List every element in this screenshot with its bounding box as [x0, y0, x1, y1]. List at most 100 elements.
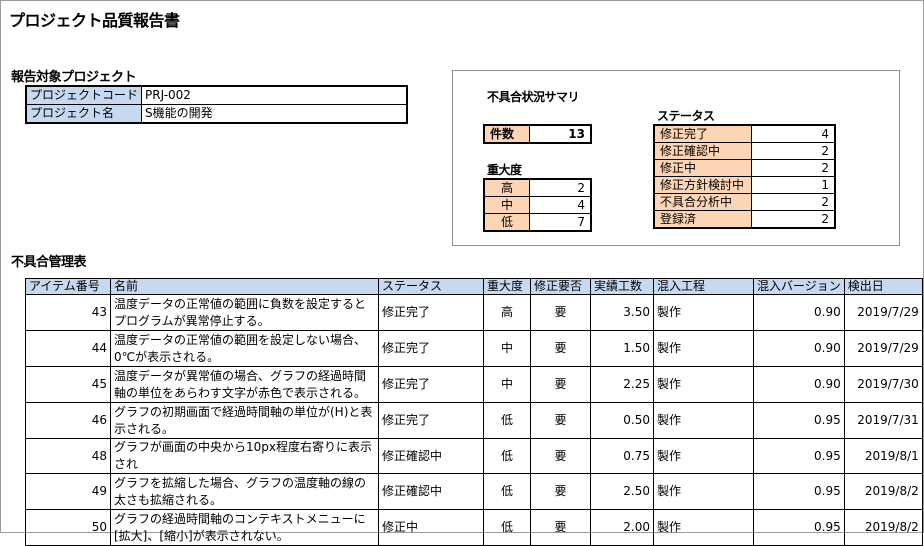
defect-table: アイテム番号 名前 ステータス 重大度 修正要否 実績工数 混入工程 混入バージ… — [25, 278, 923, 546]
cell-status[interactable]: 修正確認中 — [378, 438, 484, 474]
col-status[interactable]: ステータス — [378, 278, 484, 295]
cell-phase[interactable]: 製作 — [653, 294, 754, 331]
cell-version[interactable]: 0.95 — [753, 473, 845, 510]
col-name[interactable]: 名前 — [110, 278, 379, 295]
status-fixing-value[interactable]: 2 — [751, 159, 836, 177]
cell-required[interactable]: 要 — [530, 366, 591, 403]
cell-effort[interactable]: 2.25 — [590, 366, 654, 403]
cell-required[interactable]: 要 — [530, 402, 591, 439]
cell-phase[interactable]: 製作 — [653, 473, 754, 510]
project-name-value[interactable]: S機能の開発 — [141, 104, 408, 124]
cell-id[interactable]: 44 — [25, 330, 111, 367]
cell-date[interactable]: 2019/8/2 — [843, 473, 923, 510]
cell-date[interactable]: 2019/8/2 — [843, 509, 923, 546]
table-row: 44 温度データの正常値の範囲を設定しない場合、0℃が表示される。 修正完了 中… — [25, 330, 923, 367]
col-version[interactable]: 混入バージョン — [753, 278, 845, 295]
cell-effort[interactable]: 0.50 — [590, 402, 654, 439]
cell-required[interactable]: 要 — [530, 438, 591, 474]
col-severity[interactable]: 重大度 — [483, 278, 531, 295]
cell-severity[interactable]: 中 — [483, 330, 531, 367]
cell-effort[interactable]: 2.50 — [590, 473, 654, 510]
cell-id[interactable]: 49 — [25, 473, 111, 510]
cell-severity[interactable]: 中 — [483, 366, 531, 403]
cell-date[interactable]: 2019/7/29 — [843, 294, 923, 331]
cell-effort[interactable]: 3.50 — [590, 294, 654, 331]
cell-phase[interactable]: 製作 — [653, 330, 754, 367]
cell-name[interactable]: グラフを拡縮した場合、グラフの温度軸の線の太さも拡縮される。 — [110, 473, 379, 510]
status-done-label: 修正完了 — [653, 124, 752, 143]
table-row: 46 グラフの初期画面で経過時間軸の単位が(H)と表示される。 修正完了 低 要… — [25, 402, 923, 439]
cell-severity[interactable]: 低 — [483, 473, 531, 510]
col-fix-required[interactable]: 修正要否 — [530, 278, 591, 295]
cell-severity[interactable]: 低 — [483, 402, 531, 439]
cell-id[interactable]: 45 — [25, 366, 111, 403]
status-analyzing-label: 不具合分析中 — [653, 193, 752, 211]
cell-effort[interactable]: 1.50 — [590, 330, 654, 367]
cell-required[interactable]: 要 — [530, 473, 591, 510]
cell-date[interactable]: 2019/8/1 — [843, 438, 923, 474]
cell-id[interactable]: 48 — [25, 438, 111, 474]
severity-medium-label: 中 — [483, 196, 530, 214]
cell-date[interactable]: 2019/7/30 — [843, 366, 923, 403]
cell-status[interactable]: 修正完了 — [378, 330, 484, 367]
cell-date[interactable]: 2019/7/29 — [843, 330, 923, 367]
status-registered-label: 登録済 — [653, 210, 752, 229]
cell-effort[interactable]: 0.75 — [590, 438, 654, 474]
col-effort[interactable]: 実績工数 — [590, 278, 654, 295]
cell-name[interactable]: グラフの初期画面で経過時間軸の単位が(H)と表示される。 — [110, 402, 379, 439]
cell-required[interactable]: 要 — [530, 509, 591, 546]
cell-phase[interactable]: 製作 — [653, 402, 754, 439]
cell-status[interactable]: 修正中 — [378, 509, 484, 546]
cell-version[interactable]: 0.90 — [753, 366, 845, 403]
cell-status[interactable]: 修正完了 — [378, 294, 484, 331]
cell-id[interactable]: 50 — [25, 509, 111, 546]
count-value[interactable]: 13 — [529, 124, 592, 144]
cell-version[interactable]: 0.95 — [753, 509, 845, 546]
col-phase[interactable]: 混入工程 — [653, 278, 754, 295]
cell-status[interactable]: 修正完了 — [378, 402, 484, 439]
status-verifying-value[interactable]: 2 — [751, 142, 836, 160]
cell-phase[interactable]: 製作 — [653, 366, 754, 403]
severity-medium-value[interactable]: 4 — [529, 196, 592, 214]
severity-high-value[interactable]: 2 — [529, 178, 592, 197]
col-detected-date[interactable]: 検出日 — [843, 278, 923, 295]
status-registered-value[interactable]: 2 — [751, 210, 836, 229]
count-table: 件数 13 — [483, 124, 592, 144]
project-code-value[interactable]: PRJ-002 — [141, 85, 408, 105]
cell-name[interactable]: 温度データが異常値の場合、グラフの経過時間軸の単位をあらわす文字が赤色で表示され… — [110, 366, 379, 403]
table-row: 43 温度データの正常値の範囲に負数を設定するとプログラムが異常停止する。 修正… — [25, 294, 923, 331]
cell-name[interactable]: グラフの経過時間軸のコンテキストメニューに[拡大]、[縮小]が表示されない。 — [110, 509, 379, 546]
cell-required[interactable]: 要 — [530, 294, 591, 331]
project-section-label: 報告対象プロジェクト — [11, 70, 137, 85]
cell-severity[interactable]: 低 — [483, 509, 531, 546]
cell-version[interactable]: 0.90 — [753, 294, 845, 331]
table-row: 50 グラフの経過時間軸のコンテキストメニューに[拡大]、[縮小]が表示されない… — [25, 509, 923, 546]
cell-required[interactable]: 要 — [530, 330, 591, 367]
defect-table-label: 不具合管理表 — [11, 255, 87, 270]
cell-phase[interactable]: 製作 — [653, 509, 754, 546]
cell-name[interactable]: グラフが画面の中央から10px程度右寄りに表示され — [110, 438, 379, 474]
severity-low-label: 低 — [483, 213, 530, 232]
cell-id[interactable]: 43 — [25, 294, 111, 331]
cell-name[interactable]: 温度データの正常値の範囲を設定しない場合、0℃が表示される。 — [110, 330, 379, 367]
status-done-value[interactable]: 4 — [751, 124, 836, 143]
cell-severity[interactable]: 低 — [483, 438, 531, 474]
cell-severity[interactable]: 高 — [483, 294, 531, 331]
summary-title: 不具合状況サマリ — [487, 90, 580, 104]
status-planning-value[interactable]: 1 — [751, 176, 836, 194]
cell-phase[interactable]: 製作 — [653, 438, 754, 474]
status-analyzing-value[interactable]: 2 — [751, 193, 836, 211]
cell-status[interactable]: 修正確認中 — [378, 473, 484, 510]
cell-version[interactable]: 0.90 — [753, 330, 845, 367]
project-info-table: プロジェクトコード PRJ-002 プロジェクト名 S機能の開発 — [25, 85, 409, 124]
severity-low-value[interactable]: 7 — [529, 213, 592, 232]
cell-version[interactable]: 0.95 — [753, 402, 845, 439]
cell-status[interactable]: 修正完了 — [378, 366, 484, 403]
cell-id[interactable]: 46 — [25, 402, 111, 439]
cell-name[interactable]: 温度データの正常値の範囲に負数を設定するとプログラムが異常停止する。 — [110, 294, 379, 331]
cell-date[interactable]: 2019/7/31 — [843, 402, 923, 439]
col-item-number[interactable]: アイテム番号 — [25, 278, 111, 295]
cell-effort[interactable]: 2.00 — [590, 509, 654, 546]
cell-version[interactable]: 0.95 — [753, 438, 845, 474]
status-fixing-label: 修正中 — [653, 159, 752, 177]
